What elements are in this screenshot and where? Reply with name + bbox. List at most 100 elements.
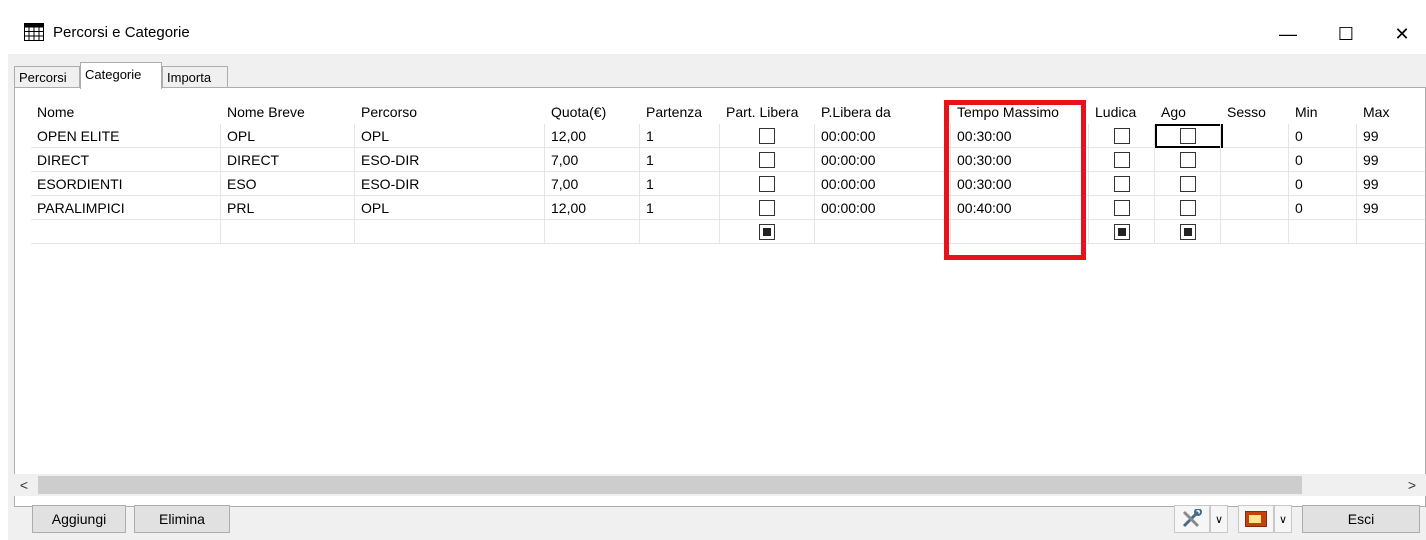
- part-libera-checkbox[interactable]: [759, 200, 775, 216]
- tab-percorsi[interactable]: Percorsi: [14, 66, 80, 88]
- cell-p-libera-da[interactable]: 00:00:00: [815, 172, 951, 196]
- cell-partenza[interactable]: 1: [640, 196, 720, 220]
- cell-max[interactable]: 99: [1357, 148, 1425, 172]
- cell-quota[interactable]: 7,00: [545, 148, 640, 172]
- part-libera-checkbox[interactable]: [759, 152, 775, 168]
- column-header-part-libera[interactable]: Part. Libera: [720, 100, 815, 124]
- flag-dropdown-arrow[interactable]: ∨: [1274, 505, 1292, 533]
- cell-percorso[interactable]: ESO-DIR: [355, 148, 545, 172]
- cell-sesso[interactable]: [1221, 196, 1289, 220]
- part-libera-checkbox[interactable]: [759, 128, 775, 144]
- window-title: Percorsi e Categorie: [53, 24, 190, 41]
- elimina-button[interactable]: Elimina: [134, 505, 230, 533]
- cell-partenza[interactable]: 1: [640, 172, 720, 196]
- cell-max[interactable]: 99: [1357, 124, 1425, 148]
- cell-min[interactable]: 0: [1289, 148, 1357, 172]
- column-divider: [719, 220, 720, 244]
- ludica-checkbox[interactable]: [1114, 200, 1130, 216]
- esci-button[interactable]: Esci: [1302, 505, 1420, 533]
- minimize-button[interactable]: —: [1264, 14, 1312, 54]
- cell-min[interactable]: 0: [1289, 124, 1357, 148]
- new-row[interactable]: [31, 220, 1425, 244]
- ago-checkbox[interactable]: [1180, 176, 1196, 192]
- ago-checkbox[interactable]: [1180, 200, 1196, 216]
- flag-button[interactable]: [1238, 505, 1274, 533]
- cell-max[interactable]: 99: [1357, 172, 1425, 196]
- cell-nome-breve[interactable]: OPL: [221, 124, 355, 148]
- tempo-massimo-highlight: [944, 100, 1086, 260]
- cell-nome[interactable]: OPEN ELITE: [31, 124, 221, 148]
- scroll-right-arrow[interactable]: >: [1402, 474, 1422, 496]
- table-row[interactable]: DIRECT DIRECT ESO-DIR 7,00 1 00:00:00 00…: [31, 148, 1425, 172]
- column-header-quota[interactable]: Quota(€): [545, 100, 640, 124]
- column-header-p-libera-da[interactable]: P.Libera da: [815, 100, 951, 124]
- cell-p-libera-da[interactable]: 00:00:00: [815, 148, 951, 172]
- column-divider: [220, 220, 221, 244]
- cell-nome-breve[interactable]: PRL: [221, 196, 355, 220]
- ludica-checkbox[interactable]: [1114, 176, 1130, 192]
- cell-nome-breve[interactable]: ESO: [221, 172, 355, 196]
- ago-checkbox[interactable]: [1180, 128, 1196, 144]
- column-divider: [1154, 148, 1155, 172]
- ago-checkbox[interactable]: [1180, 152, 1196, 168]
- column-divider: [1088, 124, 1089, 148]
- horizontal-scrollbar[interactable]: < >: [14, 474, 1426, 496]
- cell-max[interactable]: 99: [1357, 196, 1425, 220]
- column-divider: [1356, 220, 1357, 244]
- tab-categorie[interactable]: Categorie: [80, 62, 162, 89]
- column-header-min[interactable]: Min: [1289, 100, 1357, 124]
- ludica-checkbox[interactable]: [1114, 128, 1130, 144]
- tools-icon: [1182, 509, 1202, 528]
- column-header-percorso[interactable]: Percorso: [355, 100, 545, 124]
- cell-sesso[interactable]: [1221, 124, 1289, 148]
- cell-percorso[interactable]: ESO-DIR: [355, 172, 545, 196]
- ludica-checkbox[interactable]: [1114, 152, 1130, 168]
- cell-p-libera-da[interactable]: 00:00:00: [815, 196, 951, 220]
- cell-quota[interactable]: 7,00: [545, 172, 640, 196]
- cell-quota[interactable]: 12,00: [545, 196, 640, 220]
- column-divider: [719, 196, 720, 220]
- cell-nome[interactable]: PARALIMPICI: [31, 196, 221, 220]
- aggiungi-button[interactable]: Aggiungi: [32, 505, 126, 533]
- part-libera-checkbox[interactable]: [759, 224, 775, 240]
- categories-panel: Nome Nome Breve Percorso Quota(€) Parten…: [14, 87, 1426, 507]
- cell-nome[interactable]: ESORDIENTI: [31, 172, 221, 196]
- cell-quota[interactable]: 12,00: [545, 124, 640, 148]
- close-button[interactable]: ✕: [1378, 14, 1426, 54]
- column-header-max[interactable]: Max: [1357, 100, 1425, 124]
- column-divider: [1088, 148, 1089, 172]
- cell-min[interactable]: 0: [1289, 172, 1357, 196]
- cell-sesso[interactable]: [1221, 172, 1289, 196]
- table-row[interactable]: OPEN ELITE OPL OPL 12,00 1 00:00:00 00:3…: [31, 124, 1425, 148]
- table-row[interactable]: ESORDIENTI ESO ESO-DIR 7,00 1 00:00:00 0…: [31, 172, 1425, 196]
- tools-dropdown-arrow[interactable]: ∨: [1210, 505, 1228, 533]
- tools-button[interactable]: [1174, 505, 1210, 533]
- window: Percorsi e Categorie — ☐ ✕ Percorsi Cate…: [8, 14, 1426, 540]
- cell-percorso[interactable]: OPL: [355, 196, 545, 220]
- cell-min[interactable]: 0: [1289, 196, 1357, 220]
- column-header-sesso[interactable]: Sesso: [1221, 100, 1289, 124]
- cell-percorso[interactable]: OPL: [355, 124, 545, 148]
- cell-p-libera-da[interactable]: 00:00:00: [815, 124, 951, 148]
- cell-partenza[interactable]: 1: [640, 124, 720, 148]
- cell-nome-breve[interactable]: DIRECT: [221, 148, 355, 172]
- column-divider: [1154, 172, 1155, 196]
- ludica-checkbox[interactable]: [1114, 224, 1130, 240]
- maximize-button[interactable]: ☐: [1322, 14, 1370, 54]
- cell-sesso[interactable]: [1221, 148, 1289, 172]
- column-divider: [639, 220, 640, 244]
- tab-importa[interactable]: Importa: [162, 66, 228, 88]
- column-header-partenza[interactable]: Partenza: [640, 100, 720, 124]
- cell-nome[interactable]: DIRECT: [31, 148, 221, 172]
- column-header-nome-breve[interactable]: Nome Breve: [221, 100, 355, 124]
- column-header-ludica[interactable]: Ludica: [1089, 100, 1155, 124]
- table-row[interactable]: PARALIMPICI PRL OPL 12,00 1 00:00:00 00:…: [31, 196, 1425, 220]
- cell-partenza[interactable]: 1: [640, 148, 720, 172]
- column-header-ago[interactable]: Ago: [1155, 100, 1221, 124]
- scroll-left-arrow[interactable]: <: [14, 474, 34, 496]
- scroll-thumb[interactable]: [38, 476, 1302, 494]
- column-divider: [544, 220, 545, 244]
- ago-checkbox[interactable]: [1180, 224, 1196, 240]
- column-header-nome[interactable]: Nome: [31, 100, 221, 124]
- part-libera-checkbox[interactable]: [759, 176, 775, 192]
